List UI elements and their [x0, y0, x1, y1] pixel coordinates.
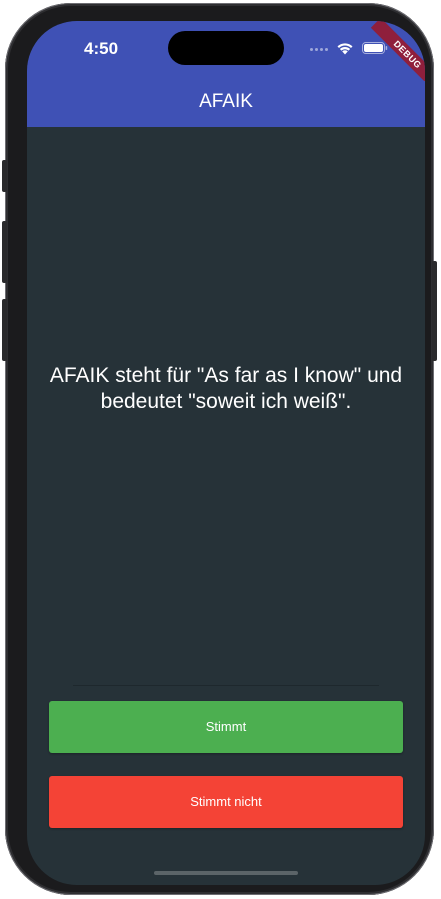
dynamic-island — [168, 31, 284, 65]
phone-frame: 4:50 DEBUG AFAIK AFAIK steht für "As far… — [2, 3, 437, 895]
action-button — [2, 160, 7, 192]
page-title: AFAIK — [199, 91, 253, 112]
app-bar: 4:50 DEBUG AFAIK — [27, 21, 425, 127]
statement-text: AFAIK steht für "As far as I know" und b… — [49, 364, 403, 413]
status-time: 4:50 — [84, 39, 119, 58]
power-button — [432, 261, 437, 361]
debug-banner: DEBUG — [365, 21, 425, 81]
debug-banner-label: DEBUG — [370, 21, 425, 81]
signal-icon — [310, 48, 330, 51]
home-indicator[interactable] — [154, 871, 298, 875]
wifi-icon — [337, 43, 353, 55]
divider — [73, 685, 379, 686]
app-screen: 4:50 DEBUG AFAIK AFAIK steht für "As far… — [27, 21, 425, 885]
volume-down-button — [2, 299, 7, 361]
agree-button[interactable]: Stimmt — [49, 701, 403, 753]
volume-up-button — [2, 221, 7, 283]
disagree-button[interactable]: Stimmt nicht — [49, 776, 403, 828]
